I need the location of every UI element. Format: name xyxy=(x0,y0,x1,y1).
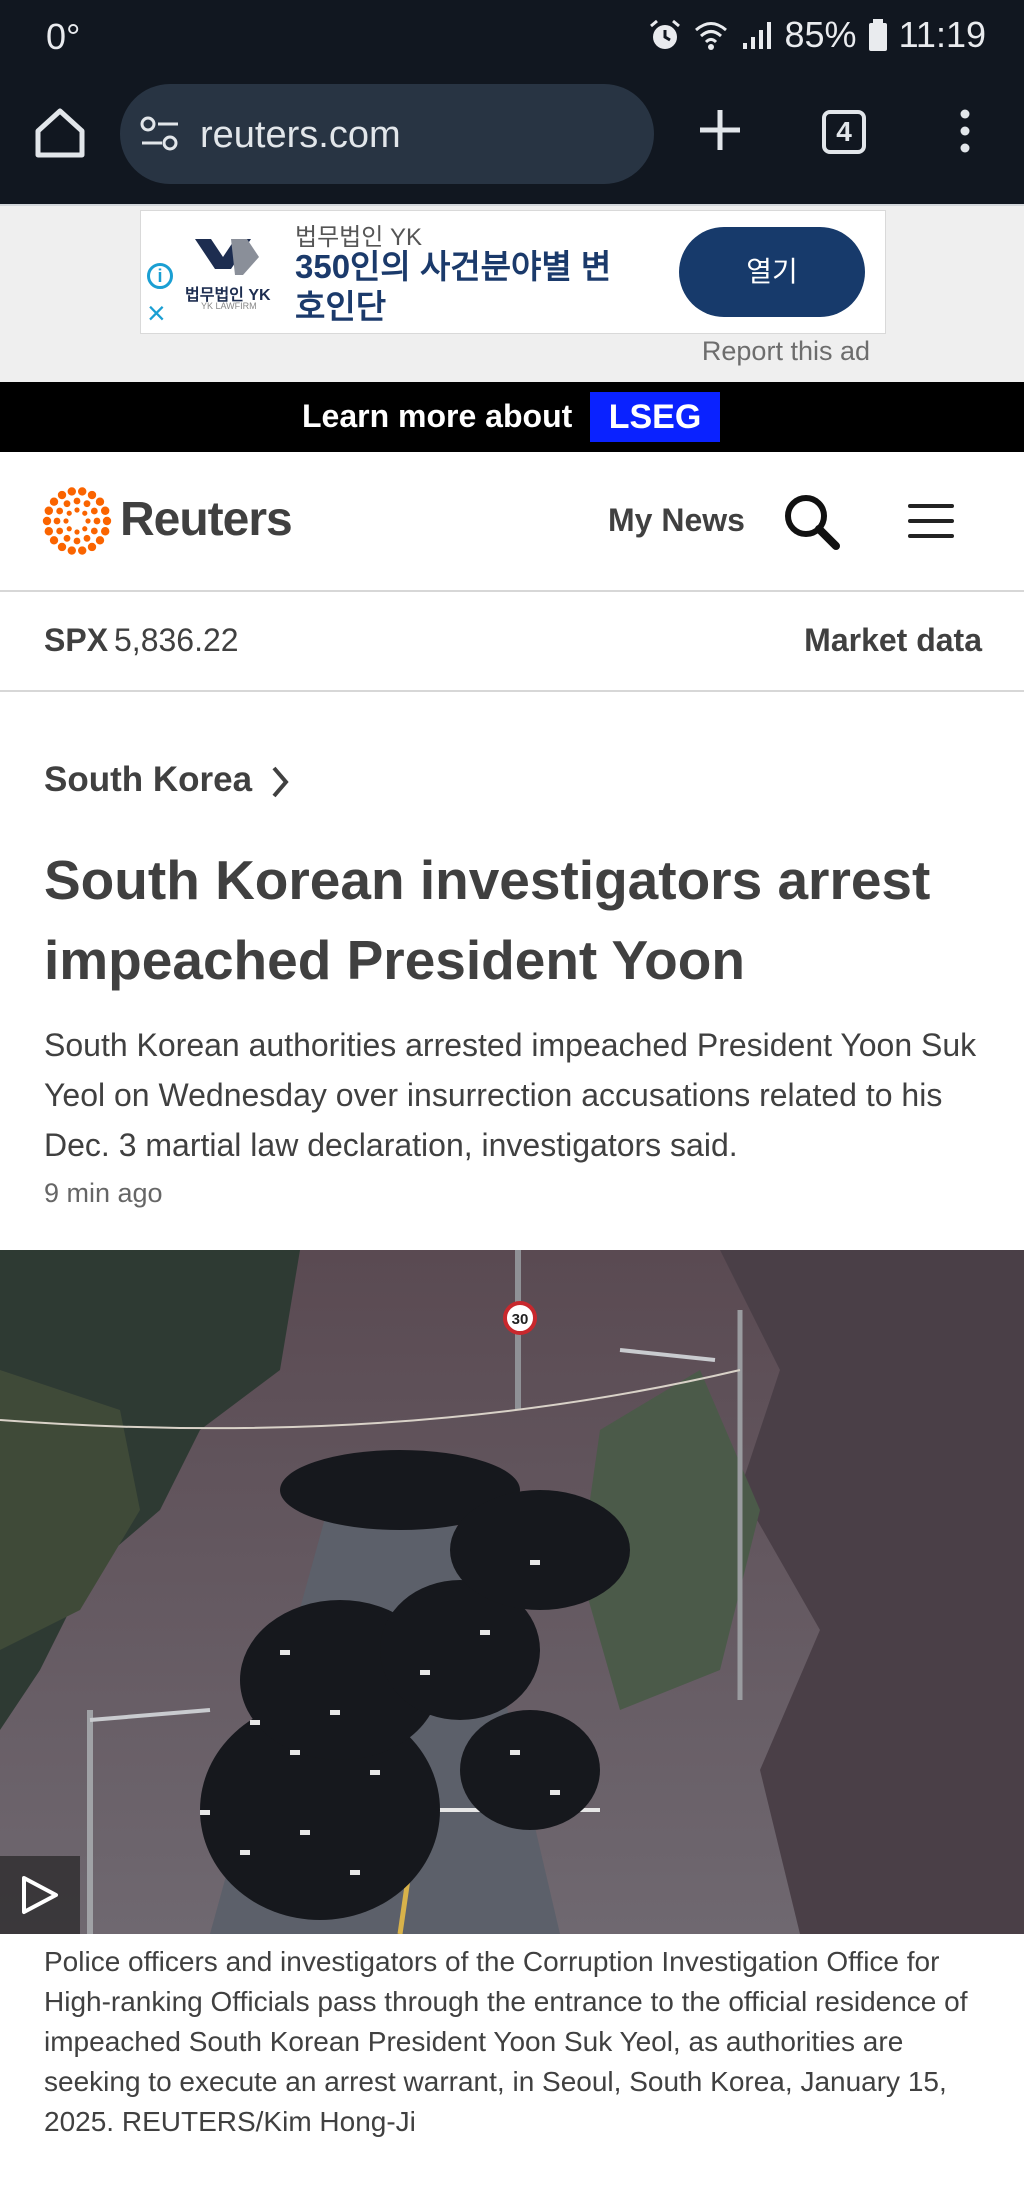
play-icon xyxy=(22,1876,58,1914)
article-headline: South Korean investigators arrest impeac… xyxy=(44,849,931,991)
logo-dot xyxy=(63,500,71,508)
clock: 11:19 xyxy=(898,14,986,55)
logo-dot xyxy=(56,507,64,515)
url-text[interactable]: reuters.com xyxy=(200,114,401,157)
ad-zone: i × 법무법인 YK YK LAWFIRM 법무법인 YK 350인의 사건분… xyxy=(0,204,1024,382)
ad-logo xyxy=(195,239,259,275)
report-ad-link[interactable]: Report this ad xyxy=(702,336,870,367)
logo-dot xyxy=(73,537,81,545)
wifi-icon xyxy=(694,22,727,50)
menu-icon[interactable] xyxy=(906,502,956,540)
tab-count: 4 xyxy=(836,116,852,147)
close-icon[interactable]: × xyxy=(147,297,166,329)
tune-icon[interactable] xyxy=(140,116,180,152)
logo-dot xyxy=(100,527,110,536)
market-ticker[interactable]: SPX 5,836.22 Market data xyxy=(0,592,1024,692)
info-icon[interactable]: i xyxy=(147,263,173,289)
ad-logo-subtext: YK LAWFIRM xyxy=(201,301,257,311)
status-bar: 0° 85% 11:19 xyxy=(0,0,1024,76)
logo-dot xyxy=(56,527,64,535)
battery-icon xyxy=(868,19,887,51)
alarm-icon xyxy=(649,19,680,49)
site-header: Reuters My News xyxy=(0,452,1024,592)
battery-percent: 85% xyxy=(784,14,857,55)
lseg-badge: LSEG xyxy=(590,392,720,442)
logo-dot xyxy=(42,516,52,526)
home-icon[interactable] xyxy=(30,103,90,163)
promo-text: Learn more about xyxy=(302,398,573,434)
logo-dot xyxy=(78,487,87,496)
chevron-right-icon[interactable] xyxy=(268,764,292,800)
logo-dot xyxy=(82,526,88,532)
logo-dot xyxy=(73,497,81,505)
logo-dot xyxy=(95,536,105,545)
logo-dot xyxy=(83,500,91,508)
site-logo[interactable]: Reuters xyxy=(120,492,293,547)
browser-toolbar: reuters.com 4 xyxy=(0,76,1024,204)
logo-dot xyxy=(82,510,88,516)
logo-dot xyxy=(78,546,87,555)
logo-dot xyxy=(102,516,112,526)
article-time: 9 min ago xyxy=(44,1178,163,1208)
logo-dot xyxy=(85,518,91,524)
logo-dot xyxy=(67,487,76,496)
address-bar[interactable]: reuters.com xyxy=(120,84,654,184)
more-vert-icon[interactable] xyxy=(950,106,980,156)
logo-dot xyxy=(49,497,59,506)
ad-banner[interactable]: i × 법무법인 YK YK LAWFIRM 법무법인 YK 350인의 사건분… xyxy=(140,210,886,334)
speed-limit-sign: 30 xyxy=(512,1311,529,1328)
plus-icon[interactable] xyxy=(696,106,744,154)
search-icon[interactable] xyxy=(782,492,842,552)
logo-dot xyxy=(93,517,101,525)
logo-dot xyxy=(66,526,72,532)
photo-caption: Police officers and investigators of the… xyxy=(44,1946,968,2137)
temperature: 0° xyxy=(46,16,81,57)
tabs-icon[interactable]: 4 xyxy=(822,110,866,154)
logo-dot xyxy=(74,507,80,513)
reuters-logo-icon[interactable] xyxy=(42,486,112,556)
logo-dot xyxy=(90,527,98,535)
lseg-promo-banner[interactable]: Learn more about LSEG xyxy=(0,382,1024,452)
logo-dot xyxy=(57,490,67,500)
logo-dot xyxy=(87,490,97,500)
status-icons: 85% 11:19 xyxy=(647,14,986,56)
article-photo[interactable]: 30 xyxy=(0,1250,1024,1934)
logo-dot xyxy=(100,506,110,515)
logo-dot xyxy=(63,534,71,542)
logo-dot xyxy=(57,542,67,552)
logo-dot xyxy=(63,518,69,524)
my-news-link[interactable]: My News xyxy=(608,502,745,539)
ad-open-button[interactable]: 열기 xyxy=(679,227,865,317)
logo-dot xyxy=(90,507,98,515)
signal-icon xyxy=(742,22,771,49)
logo-dot xyxy=(44,506,54,515)
logo-dot xyxy=(74,529,80,535)
market-data-link[interactable]: Market data xyxy=(804,622,982,659)
logo-dot xyxy=(67,546,76,555)
ticker-symbol: SPX xyxy=(44,622,109,658)
article-summary: South Korean authorities arrested impeac… xyxy=(44,1027,977,1163)
logo-dot xyxy=(83,534,91,542)
logo-dot xyxy=(95,497,105,506)
logo-dot xyxy=(53,517,61,525)
logo-dot xyxy=(44,527,54,536)
logo-dot xyxy=(66,510,72,516)
logo-dot xyxy=(49,536,59,545)
ad-headline: 350인의 사건분야별 변호인단 xyxy=(295,248,612,325)
photo-illustration: 30 xyxy=(0,1250,1024,1934)
ticker-value: 5,836.22 xyxy=(114,622,239,658)
play-button[interactable] xyxy=(0,1856,80,1934)
logo-dot xyxy=(87,542,97,552)
section-link[interactable]: South Korea xyxy=(44,760,252,800)
